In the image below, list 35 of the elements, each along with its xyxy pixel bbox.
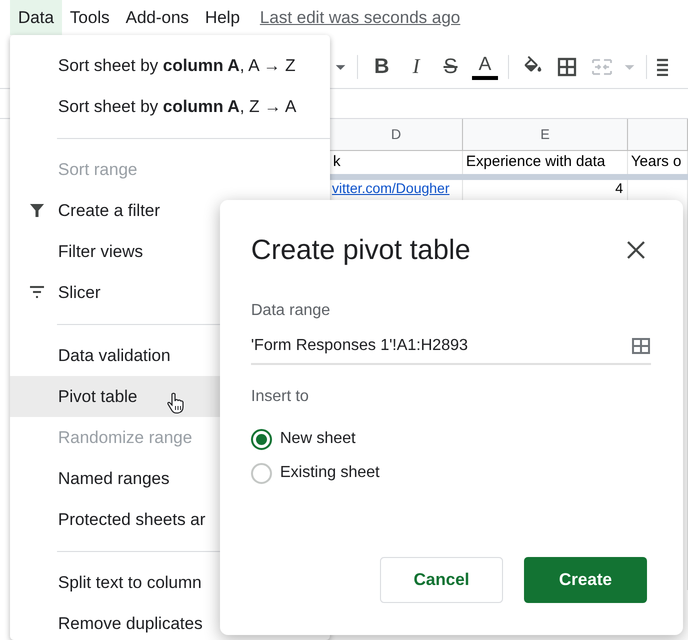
menu-item[interactable]: Sort sheet by column A, A → Z xyxy=(10,45,330,86)
bold-button[interactable]: B xyxy=(364,50,399,82)
filter-icon xyxy=(28,201,46,219)
menu-bar-item[interactable]: Add-ons xyxy=(118,0,197,35)
section-label: Insert to xyxy=(251,387,310,407)
radio-label[interactable]: New sheet xyxy=(280,427,356,451)
table-cell-text: 4 xyxy=(615,181,624,196)
menu-item[interactable]: Sort sheet by column A, Z → A xyxy=(10,86,330,127)
text-color-button[interactable]: A xyxy=(472,54,498,80)
italic-button[interactable]: I xyxy=(398,50,434,82)
grid-icon[interactable] xyxy=(631,336,651,356)
dialog-title: Create pivot table xyxy=(251,233,470,267)
last-edit-link[interactable]: Last edit was seconds ago xyxy=(260,4,460,30)
field-label: Data range xyxy=(251,301,332,321)
slicer-icon xyxy=(28,283,46,301)
menu-bar-item[interactable]: Data xyxy=(10,0,62,35)
menu-bar-item[interactable]: Help xyxy=(196,0,248,35)
hand-cursor-icon xyxy=(166,392,186,414)
menu-bar-item[interactable]: Tools xyxy=(62,0,118,35)
radio-label[interactable]: Existing sheet xyxy=(280,461,380,485)
close-icon[interactable] xyxy=(626,240,646,260)
table-cell-text: k xyxy=(332,152,340,172)
column-header[interactable]: E xyxy=(463,119,628,150)
strikethrough-button[interactable]: S xyxy=(433,50,468,82)
menu-item[interactable]: Create a filter xyxy=(10,190,330,231)
radio-button[interactable] xyxy=(251,462,272,484)
cell-link[interactable]: vitter.com/Dougher xyxy=(330,181,450,196)
align-left-icon[interactable] xyxy=(657,58,668,76)
data-range-field[interactable]: 'Form Responses 1'!A1:H2893 xyxy=(251,333,651,365)
table-cell-text: Experience with data xyxy=(465,152,606,172)
cancel-button[interactable]: Cancel xyxy=(380,557,503,603)
create-button[interactable]: Create xyxy=(524,557,647,603)
table-cell-text: Years o xyxy=(630,152,682,172)
borders-icon[interactable] xyxy=(557,56,578,76)
radio-button[interactable] xyxy=(251,428,272,450)
